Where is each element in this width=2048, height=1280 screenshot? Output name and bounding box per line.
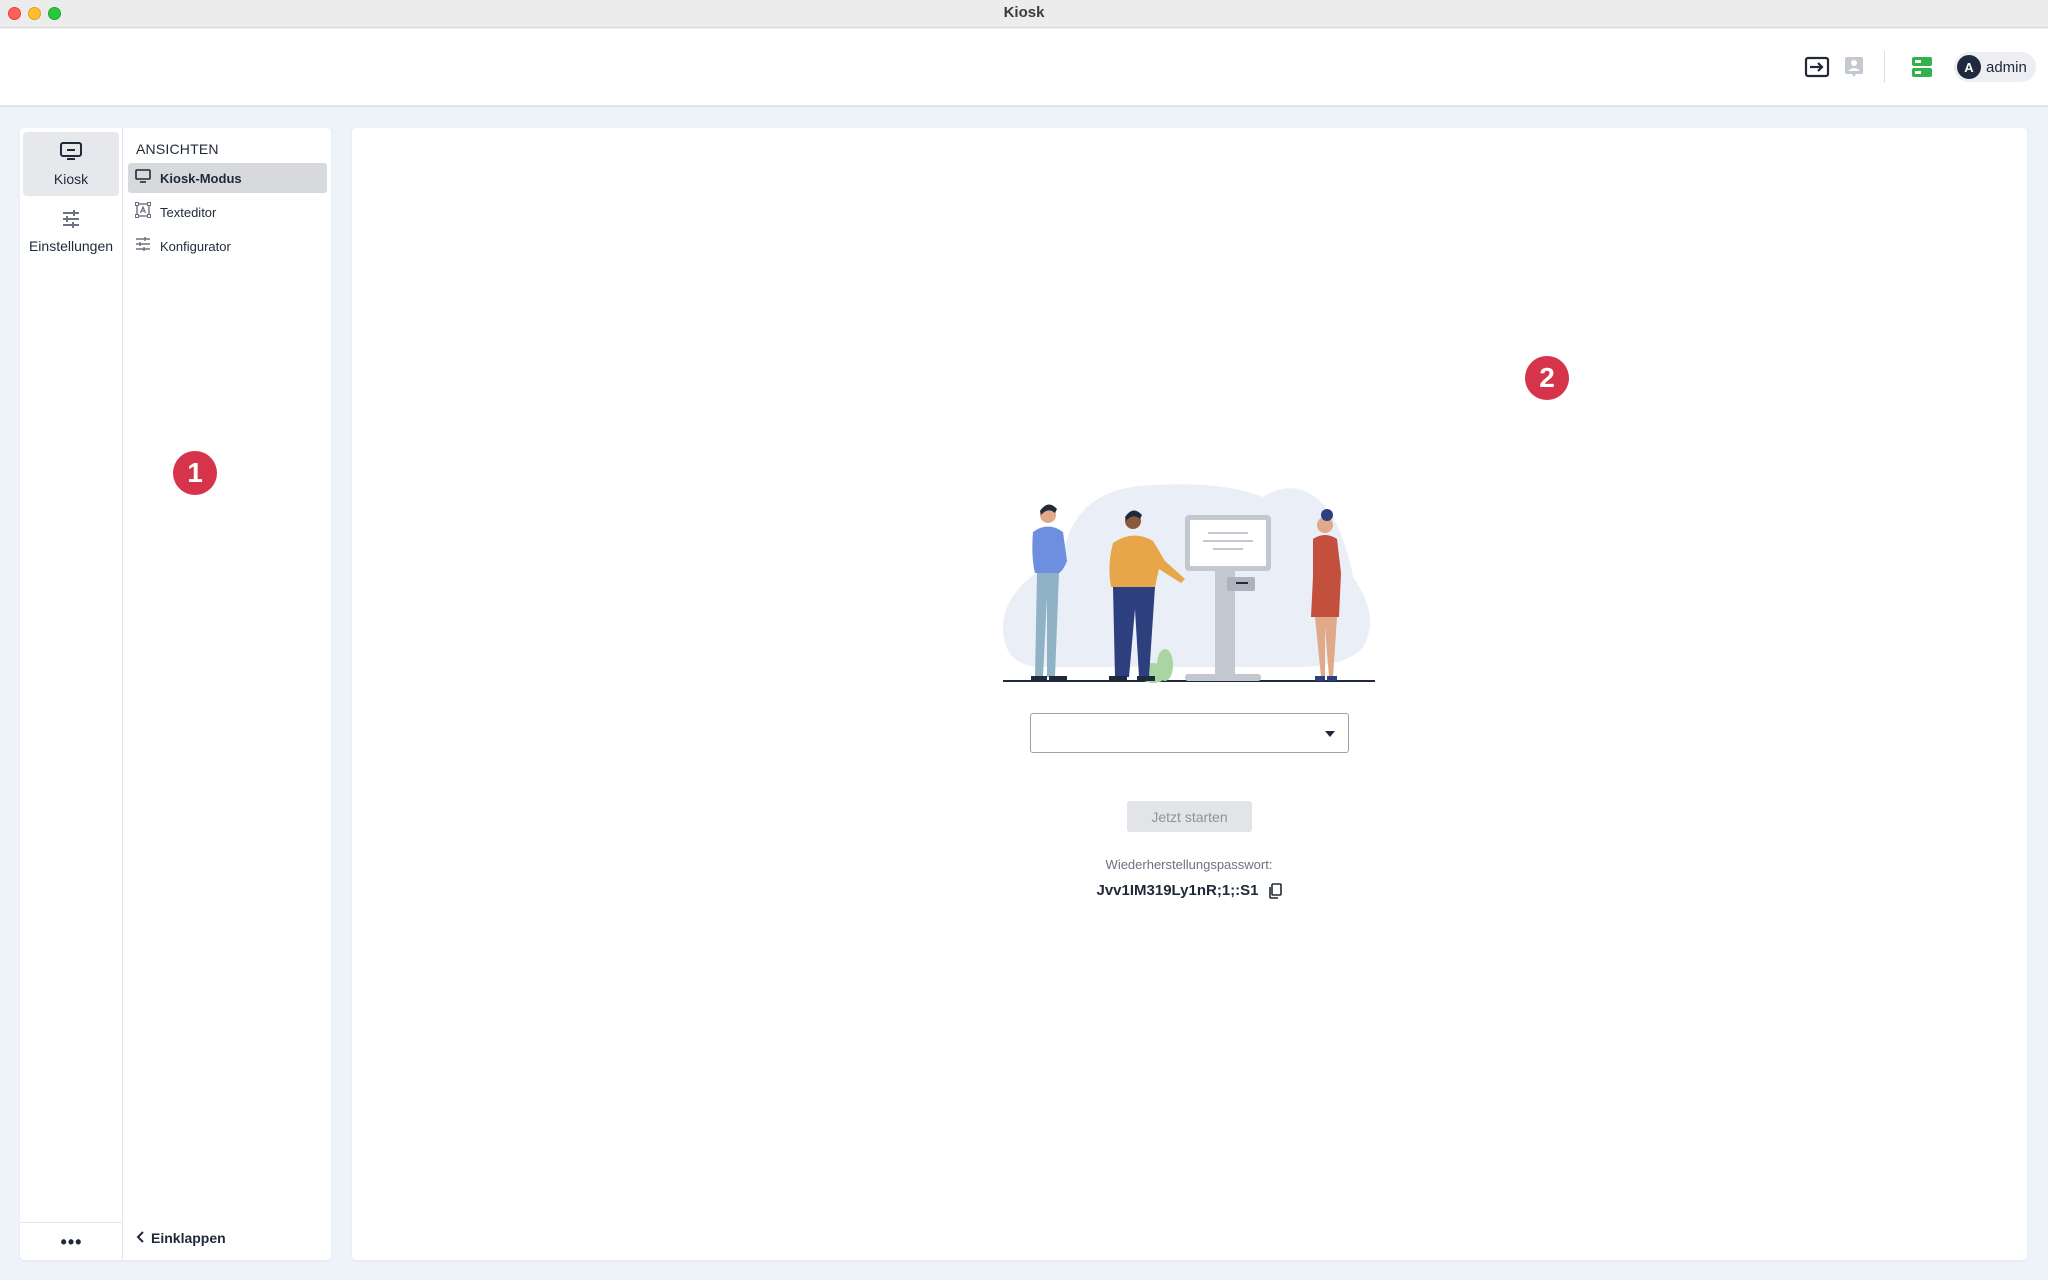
app-header: A admin <box>0 29 2048 107</box>
server-status-icon[interactable] <box>1908 53 1936 81</box>
monitor-icon <box>59 141 83 166</box>
login-arrow-icon[interactable] <box>1803 53 1831 81</box>
header-divider <box>1884 51 1885 83</box>
nav-item-kiosk-modus[interactable]: Kiosk-Modus <box>128 163 327 193</box>
user-name: admin <box>1986 58 2027 76</box>
recovery-password-label: Wiederherstellungspasswort: <box>1105 857 1273 872</box>
sliders-icon <box>61 210 81 233</box>
kiosk-profile-select[interactable] <box>1030 713 1349 753</box>
nav-item-texteditor[interactable]: Texteditor <box>128 197 327 227</box>
avatar: A <box>1957 55 1981 79</box>
more-dots-icon: ••• <box>60 1231 83 1252</box>
more-button[interactable]: ••• <box>20 1222 123 1260</box>
rail-label-kiosk: Kiosk <box>53 171 89 187</box>
rail-item-einstellungen[interactable]: Einstellungen <box>23 200 119 264</box>
caret-down-icon <box>1325 731 1335 737</box>
annotation-badge-1: 1 <box>173 451 217 495</box>
sidebar: Kiosk Einstellungen ••• ANSICHTEN Kiosk-… <box>20 128 331 1260</box>
nav-label-konfigurator: Konfigurator <box>160 238 231 254</box>
sidebar-rail: Kiosk Einstellungen ••• <box>20 128 123 1260</box>
collapse-button[interactable]: Einklappen <box>136 1230 226 1246</box>
monitor-icon <box>135 168 151 188</box>
sidebar-nav: ANSICHTEN Kiosk-Modus Texteditor Konfigu… <box>124 128 331 1260</box>
rail-item-kiosk[interactable]: Kiosk <box>23 132 119 196</box>
chevron-left-icon <box>136 1230 146 1246</box>
sliders-icon <box>135 236 151 256</box>
kiosk-illustration <box>1003 477 1375 683</box>
nav-label-kiosk-modus: Kiosk-Modus <box>160 170 242 186</box>
collapse-label: Einklappen <box>151 1230 226 1246</box>
main-panel <box>352 128 2027 1260</box>
window-title: Kiosk <box>1003 4 1045 21</box>
rail-label-einstellungen: Einstellungen <box>28 238 114 254</box>
recovery-password-value: Jvv1IM319Ly1nR;1;:S1 <box>1096 882 1259 899</box>
nav-heading: ANSICHTEN <box>136 141 219 157</box>
title-bar: Kiosk <box>0 0 2048 28</box>
user-card-icon[interactable] <box>1840 53 1868 81</box>
user-menu[interactable]: A admin <box>1954 52 2036 82</box>
annotation-badge-2: 2 <box>1525 356 1569 400</box>
nav-item-konfigurator[interactable]: Konfigurator <box>128 231 327 261</box>
copy-icon[interactable] <box>1268 882 1282 899</box>
start-now-button[interactable]: Jetzt starten <box>1127 801 1252 832</box>
recovery-password-row: Jvv1IM319Ly1nR;1;:S1 <box>1040 882 1338 899</box>
text-editor-icon <box>135 201 151 223</box>
nav-label-texteditor: Texteditor <box>160 204 217 220</box>
